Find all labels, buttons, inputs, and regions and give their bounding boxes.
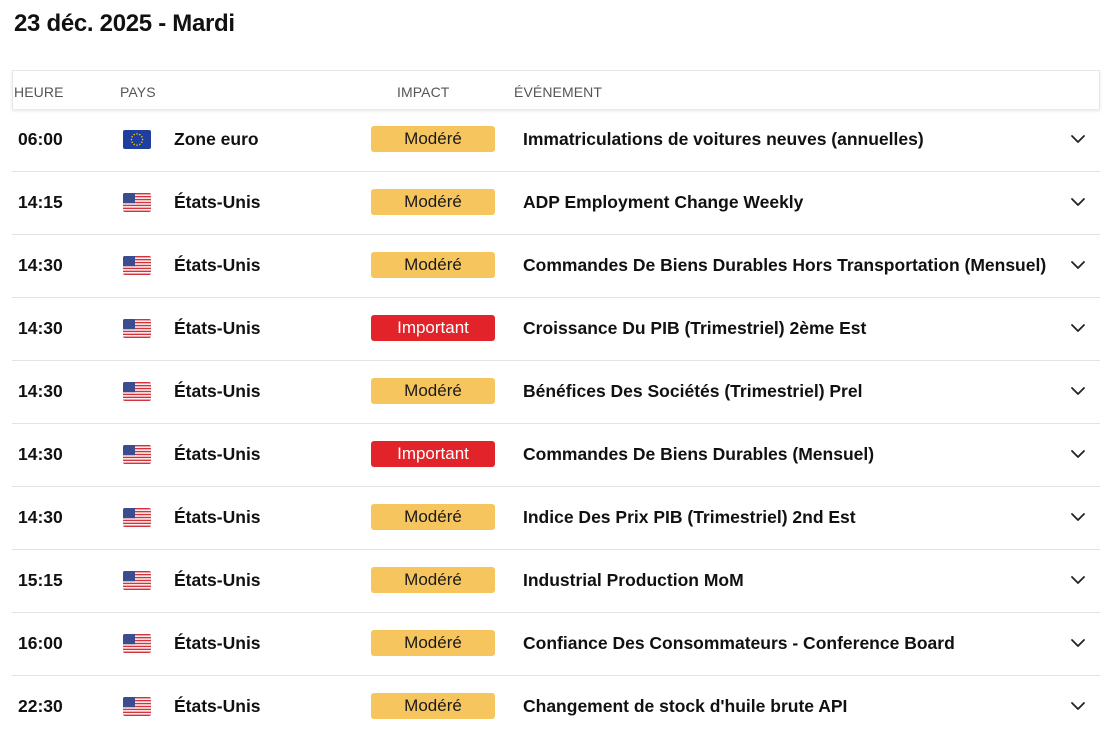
event-name: Industrial Production MoM bbox=[523, 570, 744, 590]
us-flag bbox=[123, 508, 151, 527]
chevron-down-icon[interactable] bbox=[1068, 444, 1088, 464]
impact-badge: Modéré bbox=[371, 567, 495, 593]
impact-badge: Important bbox=[371, 315, 495, 341]
chevron-down-icon[interactable] bbox=[1068, 192, 1088, 212]
event-country: États-Unis bbox=[174, 255, 261, 275]
table-row[interactable]: 14:30 États-Unis Important Commandes De … bbox=[12, 424, 1100, 487]
chevron-down-icon[interactable] bbox=[1068, 381, 1088, 401]
impact-badge: Modéré bbox=[371, 252, 495, 278]
event-name: Bénéfices Des Sociétés (Trimestriel) Pre… bbox=[523, 381, 863, 401]
event-name: Changement de stock d'huile brute API bbox=[523, 696, 848, 716]
table-row[interactable]: 14:30 États-Unis Important Croissance Du… bbox=[12, 298, 1100, 361]
event-country: États-Unis bbox=[174, 507, 261, 527]
event-country: États-Unis bbox=[174, 633, 261, 653]
us-flag bbox=[123, 697, 151, 716]
column-header-pays: PAYS bbox=[120, 84, 156, 100]
event-time: 14:30 bbox=[18, 444, 63, 464]
table-row[interactable]: 14:30 États-Unis Modéré Commandes De Bie… bbox=[12, 235, 1100, 298]
event-time: 16:00 bbox=[18, 633, 63, 653]
us-flag bbox=[123, 382, 151, 401]
table-row[interactable]: 14:15 États-Unis Modéré ADP Employment C… bbox=[12, 172, 1100, 235]
chevron-down-icon[interactable] bbox=[1068, 633, 1088, 653]
table-row[interactable]: 16:00 États-Unis Modéré Confiance Des Co… bbox=[12, 613, 1100, 676]
column-header-heure: HEURE bbox=[14, 84, 64, 100]
event-name: Immatriculations de voitures neuves (ann… bbox=[523, 129, 924, 149]
chevron-down-icon[interactable] bbox=[1068, 570, 1088, 590]
event-name: Croissance Du PIB (Trimestriel) 2ème Est bbox=[523, 318, 867, 338]
us-flag bbox=[123, 193, 151, 212]
event-time: 06:00 bbox=[18, 129, 63, 149]
table-row[interactable]: 14:30 États-Unis Modéré Bénéfices Des So… bbox=[12, 361, 1100, 424]
event-country: États-Unis bbox=[174, 381, 261, 401]
event-name: Commandes De Biens Durables (Mensuel) bbox=[523, 444, 875, 464]
impact-badge: Modéré bbox=[371, 189, 495, 215]
event-name: Confiance Des Consommateurs - Conference… bbox=[523, 633, 955, 653]
event-time: 14:15 bbox=[18, 192, 63, 212]
us-flag bbox=[123, 319, 151, 338]
table-row[interactable]: 14:30 États-Unis Modéré Indice Des Prix … bbox=[12, 487, 1100, 550]
table-row[interactable]: 22:30 États-Unis Modéré Changement de st… bbox=[12, 676, 1100, 738]
page-title: 23 déc. 2025 - Mardi bbox=[14, 10, 235, 37]
event-country: Zone euro bbox=[174, 129, 259, 149]
impact-badge: Modéré bbox=[371, 378, 495, 404]
us-flag bbox=[123, 571, 151, 590]
event-time: 14:30 bbox=[18, 381, 63, 401]
us-flag bbox=[123, 445, 151, 464]
us-flag bbox=[123, 256, 151, 275]
event-country: États-Unis bbox=[174, 570, 261, 590]
chevron-down-icon[interactable] bbox=[1068, 318, 1088, 338]
event-name: ADP Employment Change Weekly bbox=[523, 192, 804, 212]
column-header-impact: IMPACT bbox=[397, 84, 450, 100]
event-country: États-Unis bbox=[174, 444, 261, 464]
chevron-down-icon[interactable] bbox=[1068, 255, 1088, 275]
event-time: 14:30 bbox=[18, 318, 63, 338]
event-time: 22:30 bbox=[18, 696, 63, 716]
event-time: 15:15 bbox=[18, 570, 63, 590]
chevron-down-icon[interactable] bbox=[1068, 696, 1088, 716]
event-time: 14:30 bbox=[18, 255, 63, 275]
event-name: Commandes De Biens Durables Hors Transpo… bbox=[523, 255, 1047, 275]
impact-badge: Modéré bbox=[371, 504, 495, 530]
event-country: États-Unis bbox=[174, 318, 261, 338]
event-name: Indice Des Prix PIB (Trimestriel) 2nd Es… bbox=[523, 507, 856, 527]
chevron-down-icon[interactable] bbox=[1068, 129, 1088, 149]
us-flag bbox=[123, 634, 151, 653]
impact-badge: Important bbox=[371, 441, 495, 467]
impact-badge: Modéré bbox=[371, 630, 495, 656]
column-header-evenement: ÉVÉNEMENT bbox=[514, 84, 603, 100]
eu-flag bbox=[123, 130, 151, 149]
impact-badge: Modéré bbox=[371, 126, 495, 152]
table-row[interactable]: 06:00 Zone euro Modéré Immatriculations … bbox=[12, 109, 1100, 172]
table-body: 06:00 Zone euro Modéré Immatriculations … bbox=[12, 109, 1100, 738]
event-country: États-Unis bbox=[174, 696, 261, 716]
economic-calendar-table: HEURE PAYS IMPACT ÉVÉNEMENT 06:00 Zone e… bbox=[12, 70, 1100, 738]
impact-badge: Modéré bbox=[371, 693, 495, 719]
chevron-down-icon[interactable] bbox=[1068, 507, 1088, 527]
table-header: HEURE PAYS IMPACT ÉVÉNEMENT bbox=[12, 70, 1100, 109]
event-country: États-Unis bbox=[174, 192, 261, 212]
table-row[interactable]: 15:15 États-Unis Modéré Industrial Produ… bbox=[12, 550, 1100, 613]
event-time: 14:30 bbox=[18, 507, 63, 527]
